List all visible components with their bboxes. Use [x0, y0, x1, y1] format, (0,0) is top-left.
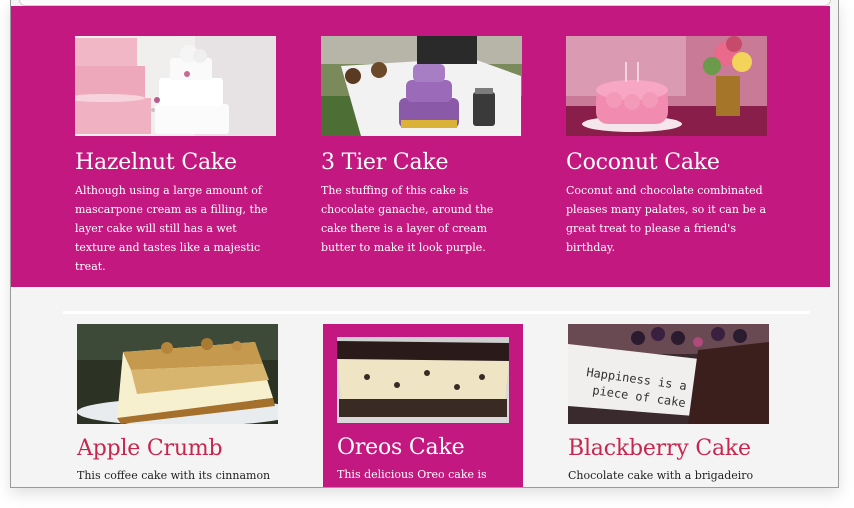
cake-card-apple-crumb[interactable]: Apple Crumb This coffee cake with its ci… — [77, 324, 278, 485]
cake-description: The stuffing of this cake is chocolate g… — [321, 184, 494, 254]
cake-card-hazelnut[interactable]: Hazelnut Cake Although using a large amo… — [75, 36, 276, 276]
cake-title[interactable]: Coconut Cake — [566, 150, 767, 176]
apple-crumb-image[interactable] — [77, 324, 278, 424]
hazelnut-cake-image[interactable] — [75, 36, 276, 136]
oreo-cake-image[interactable] — [337, 337, 509, 423]
cake-card-coconut[interactable]: Coconut Cake Coconut and chocolate combi… — [566, 36, 767, 257]
cake-card-blackberry[interactable]: Happiness is a piece of cake Blackberry … — [568, 324, 769, 485]
cake-card-3-tier[interactable]: 3 Tier Cake The stuffing of this cake is… — [321, 36, 522, 257]
cake-description: Coconut and chocolate combinated pleases… — [566, 184, 767, 254]
cake-card-oreos[interactable]: Oreos Cake This delicious Oreo cake is — [323, 324, 523, 487]
cake-description: This delicious Oreo cake is — [337, 468, 487, 481]
3-tier-cake-image[interactable] — [321, 36, 522, 136]
coconut-cake-image[interactable] — [566, 36, 767, 136]
featured-cakes-section: Hazelnut Cake Although using a large amo… — [11, 6, 830, 287]
cake-description: Although using a large amount of mascarp… — [75, 184, 268, 273]
cake-title[interactable]: Hazelnut Cake — [75, 150, 276, 176]
browser-window: Hazelnut Cake Although using a large amo… — [10, 0, 839, 488]
cake-description: This coffee cake with its cinnamon — [77, 469, 271, 482]
cake-title[interactable]: 3 Tier Cake — [321, 150, 522, 176]
cake-title[interactable]: Oreos Cake — [337, 435, 523, 461]
cake-title[interactable]: Blackberry Cake — [568, 436, 769, 462]
cake-title[interactable]: Apple Crumb — [77, 436, 278, 462]
blackberry-cake-image[interactable]: Happiness is a piece of cake — [568, 324, 769, 424]
cake-description: Chocolate cake with a brigadeiro — [568, 469, 754, 482]
more-cakes-section: Apple Crumb This coffee cake with its ci… — [63, 311, 810, 487]
